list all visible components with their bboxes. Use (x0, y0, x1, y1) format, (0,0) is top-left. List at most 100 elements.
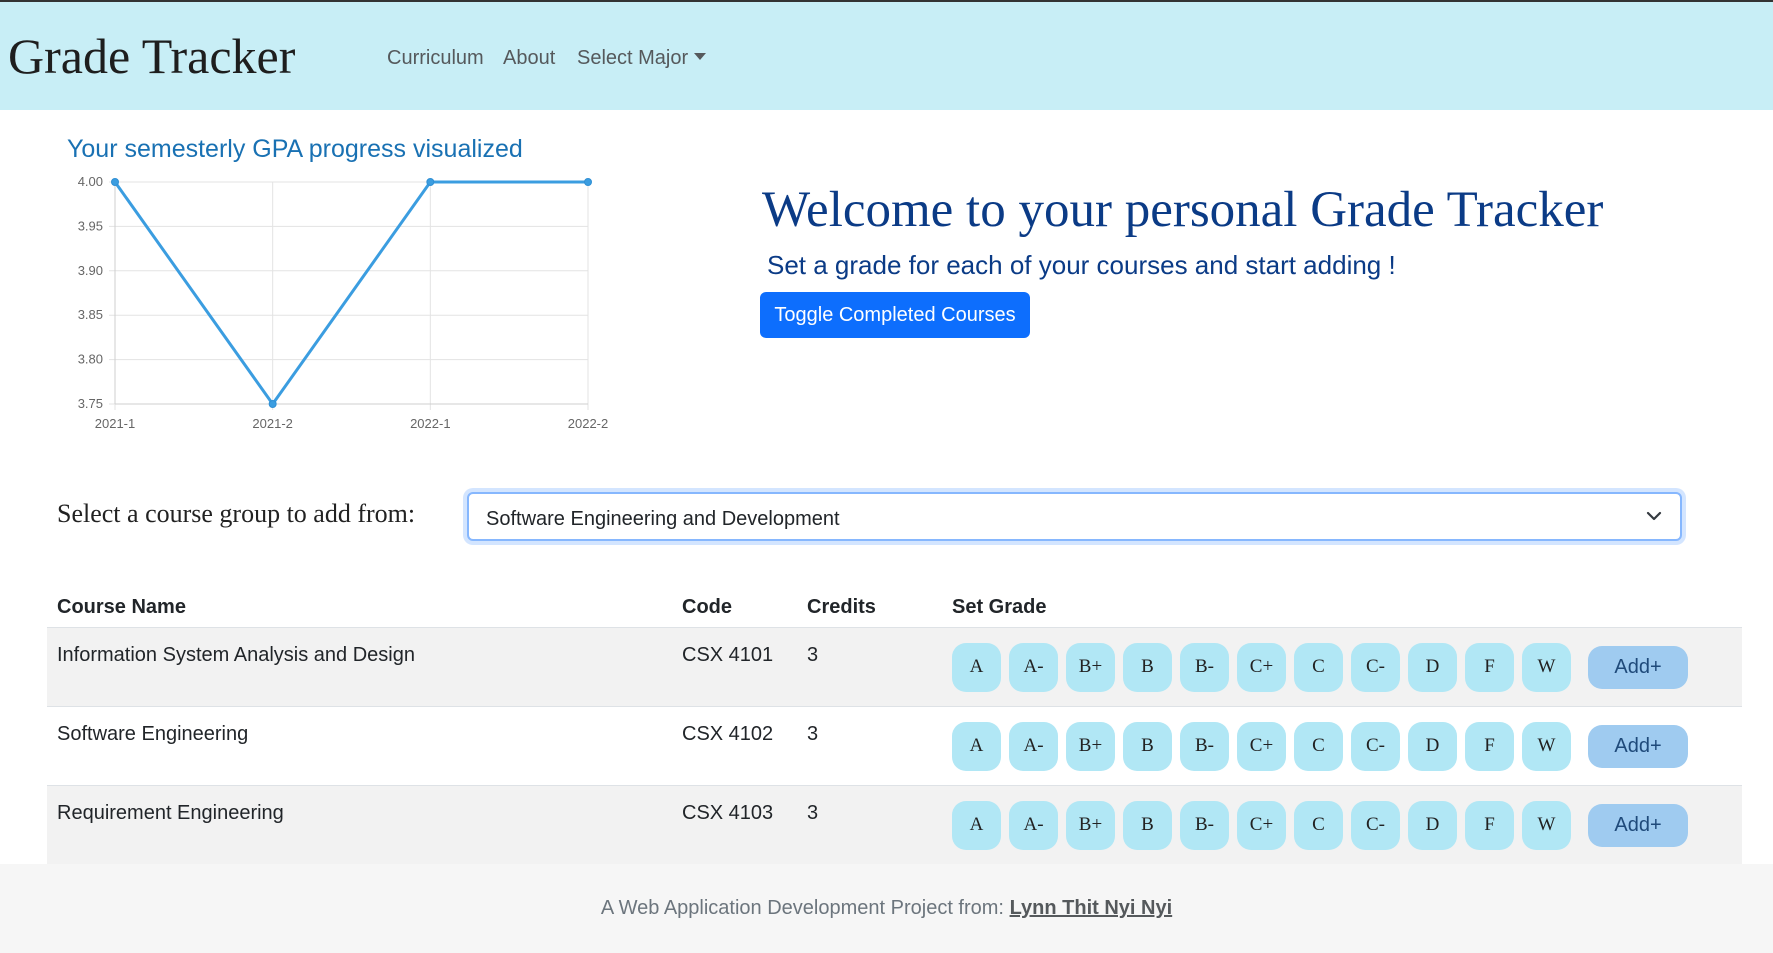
nav-about-link[interactable]: About (503, 46, 555, 70)
table-row: Information System Analysis and Design CS… (47, 627, 1742, 707)
welcome-heading: Welcome to your personal Grade Tracker (762, 182, 1604, 238)
grade-button-d[interactable]: D (1408, 642, 1457, 692)
grade-button-group: A A- B+ B B- C+ C C- D F W Add+ (952, 786, 1732, 864)
grade-button-f[interactable]: F (1465, 642, 1514, 692)
welcome-subtitle: Set a grade for each of your courses and… (767, 250, 1396, 280)
grade-button-f[interactable]: F (1465, 721, 1514, 771)
grade-button-a-minus[interactable]: A- (1009, 642, 1058, 692)
grade-button-d[interactable]: D (1408, 800, 1457, 850)
chart-data-point (268, 400, 277, 408)
grade-button-a-minus[interactable]: A- (1009, 800, 1058, 850)
set-grade-cell: A A- B+ B B- C+ C C- D F W Add+ (942, 627, 1742, 707)
course-credits-text: 3 (807, 644, 819, 666)
add-course-button[interactable]: Add+ (1588, 803, 1688, 847)
grade-button-a-minus[interactable]: A- (1009, 721, 1058, 771)
course-code-text: CSX 4102 (682, 723, 774, 745)
grade-button-f[interactable]: F (1465, 800, 1514, 850)
grade-button-c-plus[interactable]: C+ (1237, 721, 1286, 771)
set-grade-cell: A A- B+ B B- C+ C C- D F W Add+ (942, 785, 1742, 865)
course-code-cell: CSX 4101 (672, 627, 797, 707)
chart-x-tick-label: 2022-2 (568, 416, 608, 431)
chart-data-point (584, 178, 592, 186)
gpa-line-chart: 4.00 3.95 3.90 3.85 3.80 3.75 2021-1 2021-2 2022… (78, 174, 609, 431)
footer-text: A Web Application Development Project fr… (600, 897, 1010, 919)
course-credits-text: 3 (807, 723, 819, 745)
course-code-text: CSX 4103 (682, 802, 774, 824)
course-code-cell: CSX 4103 (672, 785, 797, 865)
header-code: Code (672, 587, 797, 628)
grade-button-c-plus[interactable]: C+ (1237, 642, 1286, 692)
chart-y-tick-label: 3.90 (78, 263, 103, 278)
course-code-cell: CSX 4102 (672, 706, 797, 786)
grade-button-b[interactable]: B (1123, 642, 1172, 692)
chart-y-tick-label: 3.75 (78, 396, 103, 411)
course-credits-cell: 3 (797, 706, 942, 786)
navbar: Grade Tracker Curriculum About Select Ma… (0, 2, 1773, 110)
grade-button-w[interactable]: W (1522, 800, 1571, 850)
course-name-text: Information System Analysis and Design (57, 644, 415, 666)
grade-button-a[interactable]: A (952, 800, 1001, 850)
course-name-cell: Requirement Engineering (47, 785, 672, 865)
grade-button-a[interactable]: A (952, 642, 1001, 692)
footer: A Web Application Development Project fr… (0, 864, 1773, 953)
header-course-name: Course Name (47, 587, 672, 628)
grade-button-b-plus[interactable]: B+ (1066, 800, 1115, 850)
grade-button-c[interactable]: C (1294, 721, 1343, 771)
table-row: Software Engineering CSX 4102 3 A A- B+ B B- C+ C… (47, 706, 1742, 786)
course-group-label: Select a course group to add from: (57, 499, 416, 528)
grade-button-b-plus[interactable]: B+ (1066, 642, 1115, 692)
nav-curriculum-link[interactable]: Curriculum (387, 46, 484, 70)
grade-button-c-minus[interactable]: C- (1351, 721, 1400, 771)
grade-button-c[interactable]: C (1294, 642, 1343, 692)
course-credits-text: 3 (807, 802, 819, 824)
grade-button-c-minus[interactable]: C- (1351, 642, 1400, 692)
grade-button-group: A A- B+ B B- C+ C C- D F W Add+ (952, 707, 1732, 785)
grade-button-w[interactable]: W (1522, 721, 1571, 771)
chart-y-tick-label: 4.00 (78, 174, 103, 189)
chevron-down-icon (1646, 511, 1662, 521)
chart-data-point (426, 178, 435, 186)
footer-text-line: A Web Application Development Project fr… (0, 896, 1773, 920)
course-name-cell: Information System Analysis and Design (47, 627, 672, 707)
chart-y-tick-label: 3.95 (78, 218, 103, 233)
caret-down-icon (694, 53, 707, 60)
course-code-text: CSX 4101 (682, 644, 774, 666)
course-name-text: Requirement Engineering (57, 802, 284, 824)
nav-select-major-dropdown[interactable]: Select Major (577, 46, 707, 70)
grade-button-b-minus[interactable]: B- (1180, 642, 1229, 692)
nav-select-major-label: Select Major (577, 47, 689, 69)
grade-button-w[interactable]: W (1522, 642, 1571, 692)
course-name-cell: Software Engineering (47, 706, 672, 786)
grade-button-c[interactable]: C (1294, 800, 1343, 850)
courses-table: Course Name Code Credits Set Grade Infor… (47, 587, 1742, 865)
grade-button-b[interactable]: B (1123, 800, 1172, 850)
grade-button-group: A A- B+ B B- C+ C C- D F W Add+ (952, 628, 1732, 706)
grade-button-c-plus[interactable]: C+ (1237, 800, 1286, 850)
chart-x-tick-label: 2021-2 (252, 416, 292, 431)
course-credits-cell: 3 (797, 627, 942, 707)
header-credits: Credits (797, 587, 942, 628)
brand-title[interactable]: Grade Tracker (8, 26, 295, 86)
grade-button-b-minus[interactable]: B- (1180, 721, 1229, 771)
course-group-select[interactable]: Software Engineering and Development (467, 492, 1682, 541)
chart-series-line (113, 180, 588, 406)
course-group-selected-value: Software Engineering and Development (486, 508, 840, 530)
grade-button-b-minus[interactable]: B- (1180, 800, 1229, 850)
course-name-text: Software Engineering (57, 723, 249, 745)
chart-x-tick-label: 2022-1 (410, 416, 450, 431)
chart-y-tick-label: 3.85 (78, 307, 103, 322)
add-course-button[interactable]: Add+ (1588, 645, 1688, 689)
grade-button-c-minus[interactable]: C- (1351, 800, 1400, 850)
chart-data-point (111, 178, 119, 186)
table-header-row: Course Name Code Credits Set Grade (47, 587, 1742, 628)
toggle-completed-courses-button[interactable]: Toggle Completed Courses (760, 292, 1030, 338)
grade-button-a[interactable]: A (952, 721, 1001, 771)
chart-y-tick-label: 3.80 (78, 352, 103, 367)
grade-button-b-plus[interactable]: B+ (1066, 721, 1115, 771)
grade-button-d[interactable]: D (1408, 721, 1457, 771)
chart-title: Your semesterly GPA progress visualized (67, 135, 523, 163)
grade-button-b[interactable]: B (1123, 721, 1172, 771)
footer-author-link[interactable]: Lynn Thit Nyi Nyi (1010, 897, 1173, 919)
course-credits-cell: 3 (797, 785, 942, 865)
add-course-button[interactable]: Add+ (1588, 724, 1688, 768)
